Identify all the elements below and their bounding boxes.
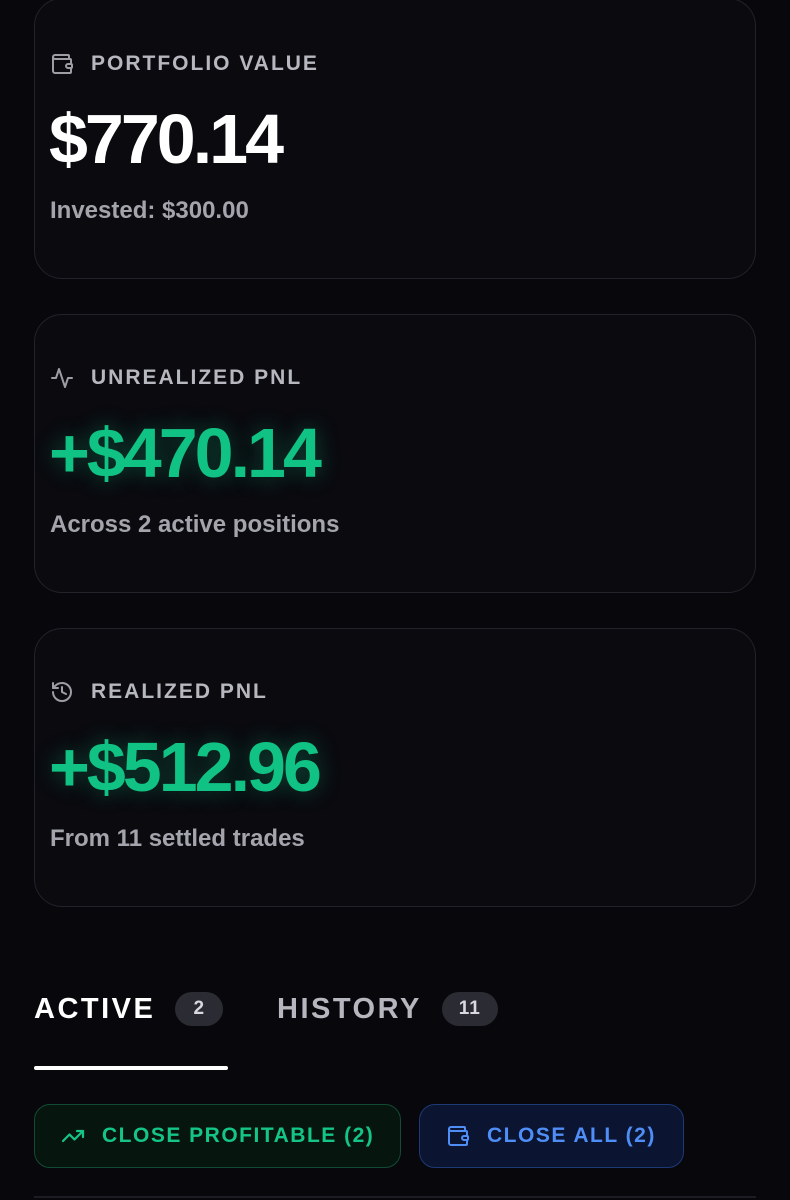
- wallet-icon: [446, 1124, 470, 1148]
- close-all-button[interactable]: CLOSE ALL (2): [419, 1104, 684, 1168]
- active-positions-text: Across 2 active positions: [50, 511, 340, 538]
- tab-active[interactable]: ACTIVE 2: [34, 992, 224, 1026]
- portfolio-value-header: PORTFOLIO VALUE: [50, 52, 319, 76]
- active-tab-indicator: [34, 1066, 228, 1070]
- unrealized-pnl-header: UNREALIZED PNL: [50, 366, 302, 390]
- unrealized-pnl-label: UNREALIZED PNL: [91, 366, 303, 389]
- realized-pnl-header: REALIZED PNL: [50, 680, 268, 704]
- portfolio-invested-text: Invested: $300.00: [50, 197, 249, 224]
- close-all-label: CLOSE ALL (2): [487, 1124, 656, 1147]
- tab-active-count-badge: 2: [175, 992, 224, 1026]
- wallet-icon: [50, 52, 74, 76]
- trending-up-icon: [61, 1124, 85, 1148]
- unrealized-pnl-amount: +$470.14: [49, 414, 322, 492]
- realized-pnl-amount: +$512.96: [49, 728, 322, 806]
- portfolio-value-amount: $770.14: [49, 100, 284, 178]
- section-divider: [34, 1196, 756, 1198]
- tab-history[interactable]: HISTORY 11: [277, 992, 498, 1026]
- tab-history-label: HISTORY: [277, 992, 422, 1025]
- activity-icon: [50, 366, 74, 390]
- portfolio-value-label: PORTFOLIO VALUE: [91, 52, 319, 75]
- tab-history-count-badge: 11: [441, 992, 498, 1026]
- tab-active-label: ACTIVE: [34, 992, 156, 1025]
- settled-trades-text: From 11 settled trades: [50, 825, 305, 852]
- close-profitable-button[interactable]: CLOSE PROFITABLE (2): [34, 1104, 401, 1168]
- history-icon: [50, 680, 74, 704]
- close-profitable-label: CLOSE PROFITABLE (2): [102, 1124, 375, 1147]
- realized-pnl-label: REALIZED PNL: [91, 680, 268, 703]
